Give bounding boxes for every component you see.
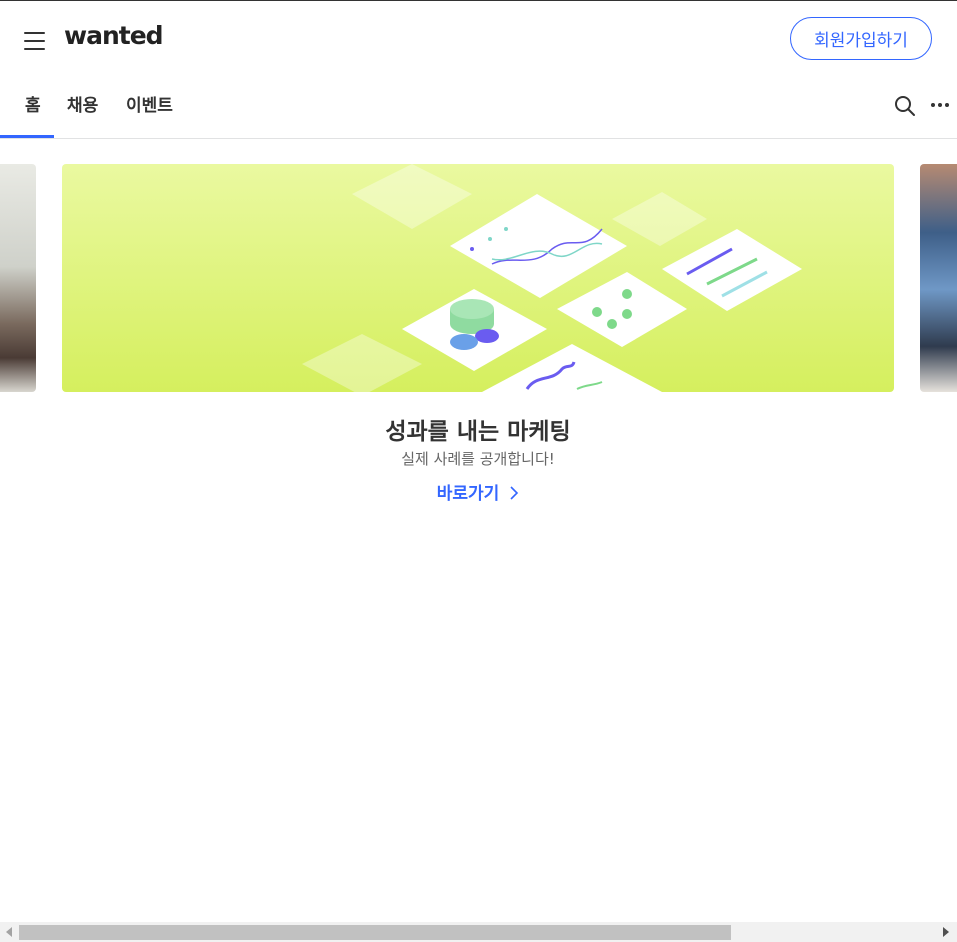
more-dots-icon[interactable] xyxy=(930,95,950,115)
scroll-right-icon[interactable] xyxy=(943,927,949,937)
tab-jobs[interactable]: 채용 xyxy=(67,91,98,116)
marketing-illustration xyxy=(302,164,802,392)
banner-title: 성과를 내는 마케팅 xyxy=(385,419,571,445)
main-nav: 홈 채용 이벤트 xyxy=(0,79,957,139)
tab-home[interactable]: 홈 xyxy=(25,91,41,116)
banner-link[interactable]: 바로가기 xyxy=(62,479,894,504)
chevron-right-icon xyxy=(510,486,519,500)
wanted-logo[interactable]: wanted xyxy=(64,21,164,50)
horizontal-scrollbar[interactable] xyxy=(0,922,957,942)
tab-events[interactable]: 이벤트 xyxy=(126,91,173,116)
signup-button[interactable]: 회원가입하기 xyxy=(790,17,932,60)
banner-link-label[interactable]: 바로가기 xyxy=(437,484,500,504)
active-tab-indicator xyxy=(0,135,54,138)
banner-subtitle: 실제 사례를 공개합니다! xyxy=(401,450,555,468)
scrollbar-thumb[interactable] xyxy=(19,925,731,940)
scroll-left-icon[interactable] xyxy=(6,927,12,937)
carousel-prev-slide[interactable] xyxy=(0,164,36,392)
hamburger-menu-icon[interactable] xyxy=(24,32,45,50)
search-icon[interactable] xyxy=(893,94,917,118)
carousel-banner-image[interactable] xyxy=(62,164,894,392)
carousel-next-slide[interactable] xyxy=(920,164,957,392)
header: wanted 회원가입하기 홈 채용 이벤트 xyxy=(0,1,957,139)
